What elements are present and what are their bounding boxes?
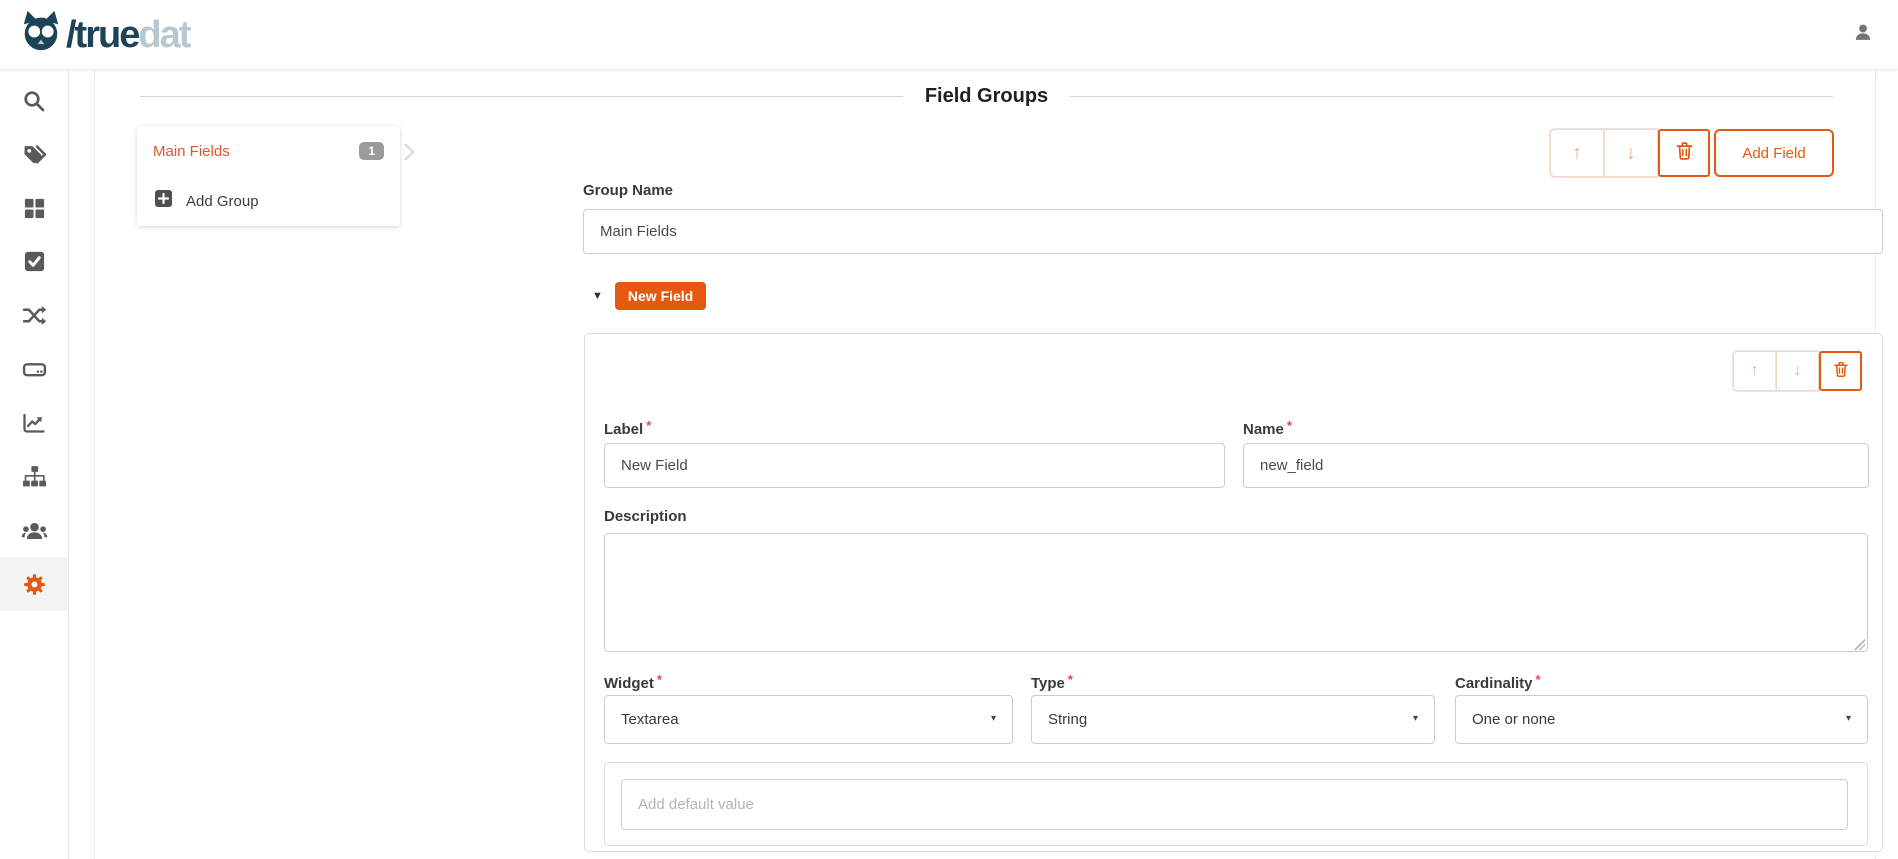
default-value-input[interactable] [621,779,1848,830]
settings-icon [22,572,47,597]
required-asterisk: * [646,418,651,433]
arrow-down-icon: ↓ [1626,143,1636,163]
trash-icon [1832,360,1850,383]
collapse-caret-icon[interactable]: ▼ [592,291,603,302]
user-menu-button[interactable] [1846,18,1880,52]
sidebar-item-search[interactable] [0,74,68,128]
arrow-up-icon: ↑ [1572,143,1582,163]
type-label: Type* [1031,672,1073,692]
group-list-item-main-fields[interactable]: Main Fields 1 [137,126,400,176]
delete-field-button[interactable] [1819,351,1862,391]
title-divider: Field Groups [140,85,1833,108]
caret-down-icon: ▾ [1846,713,1851,724]
page-title: Field Groups [925,85,1048,108]
sidebar-item-settings[interactable] [0,557,68,611]
users-icon [21,517,48,544]
sitemap-icon [22,464,47,489]
field-label-label: Label* [604,418,651,438]
move-group-up-button[interactable]: ↑ [1550,129,1604,177]
default-value-container [604,762,1868,846]
group-item-label: Main Fields [153,143,230,160]
chart-line-icon [22,411,46,435]
field-name-input[interactable] [1243,443,1869,488]
group-count-badge: 1 [359,142,384,160]
widget-label: Widget* [604,672,662,692]
field-groups-card: Field Groups Main Fields 1 [94,70,1876,859]
type-select-value: String [1048,711,1087,728]
move-field-up-button[interactable]: ↑ [1733,351,1776,391]
sidebar-item-catalog[interactable] [0,181,68,235]
add-field-button[interactable]: Add Field [1714,129,1834,177]
caret-down-icon: ▾ [1413,713,1418,724]
arrow-down-icon: ↓ [1794,363,1802,379]
main-content: Field Groups Main Fields 1 [69,70,1898,859]
group-name-input[interactable] [583,209,1883,254]
trash-icon [1674,140,1695,166]
delete-group-button[interactable] [1658,129,1710,177]
tags-icon [22,142,47,167]
sidebar-item-tags[interactable] [0,128,68,182]
field-name-badge: New Field [615,282,706,310]
field-editor-card: ↑ ↓ Label* Name* [584,333,1883,852]
chevron-right-icon [404,143,415,166]
group-name-label: Group Name [583,182,673,199]
shuffle-icon [22,303,47,328]
required-asterisk: * [657,672,662,687]
sidebar-item-lineage[interactable] [0,289,68,343]
field-name-label: Name* [1243,418,1292,438]
sidebar-item-tasks[interactable] [0,235,68,289]
cardinality-label: Cardinality* [1455,672,1541,692]
required-asterisk: * [1068,672,1073,687]
user-icon [1852,21,1874,48]
add-group-label: Add Group [186,193,259,210]
sidebar-item-dashboards[interactable] [0,396,68,450]
widget-select-value: Textarea [621,711,679,728]
arrow-up-icon: ↑ [1751,363,1759,379]
sidebar-item-structures[interactable] [0,342,68,396]
sidebar-item-domains[interactable] [0,450,68,504]
groups-panel: Main Fields 1 Add Group [137,126,400,226]
group-toolbar: ↑ ↓ Add Field [1550,129,1834,177]
move-field-down-button[interactable]: ↓ [1776,351,1819,391]
move-group-down-button[interactable]: ↓ [1604,129,1658,177]
logo-wordmark: /truedat [66,16,189,54]
required-asterisk: * [1536,672,1541,687]
field-toolbar: ↑ ↓ [1733,351,1862,391]
server-icon [22,357,47,382]
grid-icon [23,197,46,220]
cardinality-select-value: One or none [1472,711,1555,728]
add-group-button[interactable]: Add Group [137,176,400,226]
required-asterisk: * [1287,418,1292,433]
type-select[interactable]: String ▾ [1031,695,1435,744]
owl-icon [18,9,64,60]
textarea-resize-handle[interactable] [1854,639,1865,650]
field-label-input[interactable] [604,443,1225,488]
field-header: ▼ New Field [592,282,706,310]
field-description-textarea[interactable] [604,533,1868,652]
check-square-icon [23,250,46,273]
plus-square-icon [155,190,172,212]
truedat-logo[interactable]: /truedat [18,9,189,60]
search-icon [22,89,46,113]
cardinality-select[interactable]: One or none ▾ [1455,695,1868,744]
sidebar-nav [0,70,69,859]
caret-down-icon: ▾ [991,713,996,724]
widget-select[interactable]: Textarea ▾ [604,695,1013,744]
field-description-label: Description [604,508,687,525]
app-header: /truedat [0,0,1898,70]
sidebar-item-users[interactable] [0,504,68,558]
